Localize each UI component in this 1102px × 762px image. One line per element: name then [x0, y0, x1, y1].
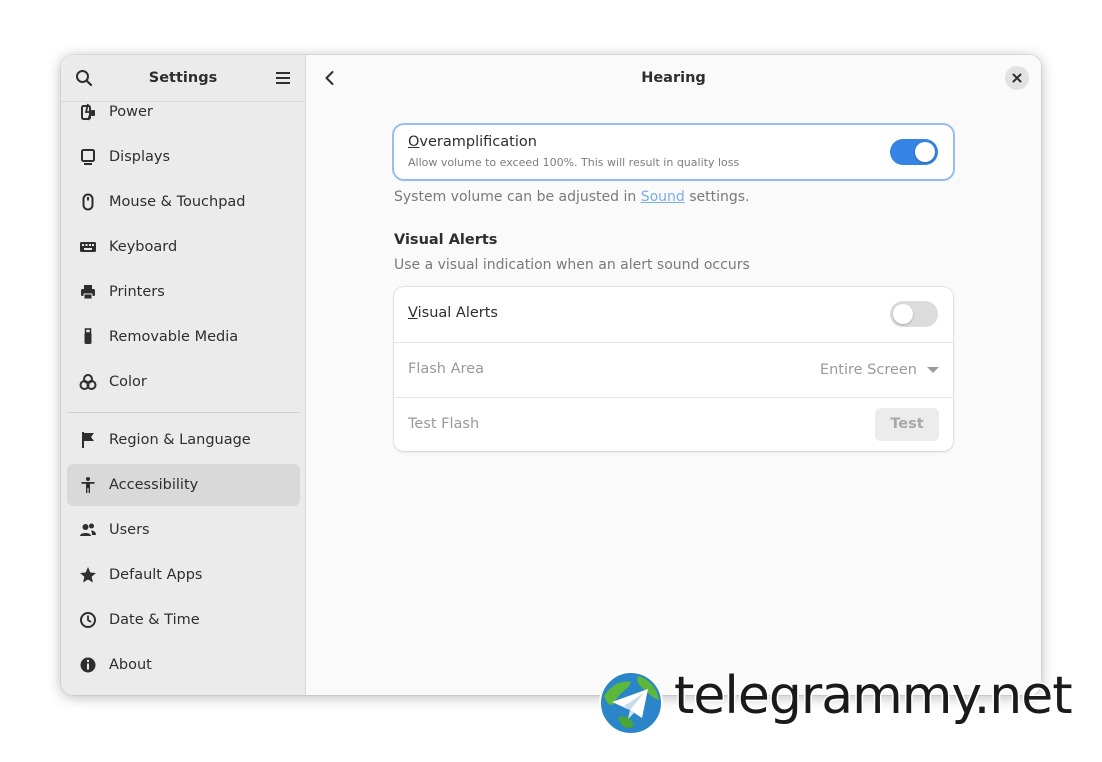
display-icon	[79, 148, 97, 166]
visual-alerts-switch[interactable]	[890, 301, 938, 327]
chevron-down-icon	[927, 367, 939, 373]
sidebar-item-region-language[interactable]: Region & Language	[67, 419, 300, 461]
flag-icon	[79, 431, 97, 449]
flash-area-dropdown[interactable]: Entire Screen	[820, 343, 939, 398]
sidebar-item-label: Accessibility	[109, 477, 199, 493]
flash-area-value: Entire Screen	[819, 362, 917, 378]
sidebar-item-label: Users	[109, 522, 150, 538]
test-flash-label: Test Flash	[408, 416, 480, 432]
sidebar-divider	[67, 412, 300, 413]
main-menu-button[interactable]	[269, 64, 297, 92]
sidebar-item-keyboard[interactable]: Keyboard	[67, 226, 300, 268]
star-icon	[79, 566, 97, 584]
test-flash-button[interactable]: Test	[875, 408, 939, 441]
overamplification-title: Overamplification	[408, 134, 537, 150]
sidebar-item-default-apps[interactable]: Default Apps	[67, 554, 300, 596]
sidebar-item-label: Mouse & Touchpad	[109, 194, 246, 210]
overamplification-row[interactable]: Overamplification Allow volume to exceed…	[394, 125, 953, 179]
visual-alerts-row[interactable]: Visual Alerts	[394, 287, 953, 342]
sidebar-item-users[interactable]: Users	[67, 509, 300, 551]
sidebar-item-mouse-touchpad[interactable]: Mouse & Touchpad	[67, 181, 300, 223]
watermark-text: telegrammy.net	[673, 665, 1075, 728]
volume-note-text: System volume can be adjusted in	[394, 189, 641, 205]
color-icon	[79, 373, 97, 391]
close-button[interactable]	[1005, 66, 1029, 90]
sidebar-item-date-time[interactable]: Date & Time	[67, 599, 300, 641]
test-flash-row: Test Flash Test	[394, 397, 953, 453]
keyboard-icon	[79, 238, 97, 256]
visual-alerts-card: Visual Alerts Flash Area Entire Screen T…	[394, 287, 953, 451]
clock-icon	[79, 611, 97, 629]
switch-knob	[915, 142, 935, 162]
sound-settings-link[interactable]: Sound	[641, 189, 685, 205]
visual-alerts-toggle-label: Visual Alerts	[408, 305, 498, 321]
usb-icon	[79, 328, 97, 346]
watermark: telegrammy.net	[598, 665, 1088, 738]
volume-note-text-end: settings.	[684, 189, 750, 205]
sidebar-item-label: Printers	[109, 284, 165, 300]
accessibility-icon	[79, 476, 97, 494]
close-icon	[1012, 73, 1022, 83]
sidebar-header: Settings	[61, 55, 305, 102]
sidebar-item-printers[interactable]: Printers	[67, 271, 300, 313]
sidebar-item-color[interactable]: Color	[67, 361, 300, 403]
sidebar-item-removable-media[interactable]: Removable Media	[67, 316, 300, 358]
visual-alerts-toggle-label-rest: isual Alerts	[417, 305, 498, 321]
settings-window: Settings Power Displays Mouse & Touchpad…	[61, 55, 1041, 695]
info-icon	[79, 656, 97, 674]
sidebar-item-label: Region & Language	[109, 432, 251, 448]
volume-note: System volume can be adjusted in Sound s…	[394, 189, 750, 205]
sidebar-item-label: About	[109, 657, 152, 673]
visual-alerts-section-description: Use a visual indication when an alert so…	[394, 257, 750, 273]
visual-alerts-section-title: Visual Alerts	[394, 232, 498, 248]
sidebar-item-label: Date & Time	[109, 612, 200, 628]
overamplification-title-rest: veramplification	[419, 134, 537, 150]
printer-icon	[79, 283, 97, 301]
sidebar-item-label: Removable Media	[109, 329, 239, 345]
telegram-globe-icon	[599, 671, 663, 735]
flash-area-label: Flash Area	[408, 361, 484, 377]
hearing-panel: Hearing Overamplification Allow volume t…	[306, 55, 1041, 695]
sidebar-item-displays[interactable]: Displays	[67, 136, 300, 178]
hamburger-menu-icon	[276, 72, 290, 84]
overamplification-switch[interactable]	[890, 139, 938, 165]
power-icon	[79, 103, 97, 121]
overamplification-subtitle: Allow volume to exceed 100%. This will r…	[408, 156, 740, 169]
overamplification-card: Overamplification Allow volume to exceed…	[394, 125, 953, 179]
mnemonic-letter: O	[408, 134, 420, 150]
sidebar-item-accessibility[interactable]: Accessibility	[67, 464, 300, 506]
switch-knob	[893, 304, 913, 324]
sidebar-item-label: Keyboard	[109, 239, 178, 255]
users-icon	[79, 521, 97, 539]
page-title: Hearing	[641, 70, 706, 86]
sidebar-item-label: Default Apps	[109, 567, 203, 583]
sidebar: Settings Power Displays Mouse & Touchpad…	[61, 55, 306, 695]
mouse-icon	[79, 193, 97, 211]
sidebar-item-label: Displays	[109, 149, 171, 165]
flash-area-row: Flash Area Entire Screen	[394, 342, 953, 398]
sidebar-item-about[interactable]: About	[67, 644, 300, 686]
sidebar-item-label: Color	[109, 374, 147, 390]
mnemonic-letter: V	[408, 305, 418, 321]
